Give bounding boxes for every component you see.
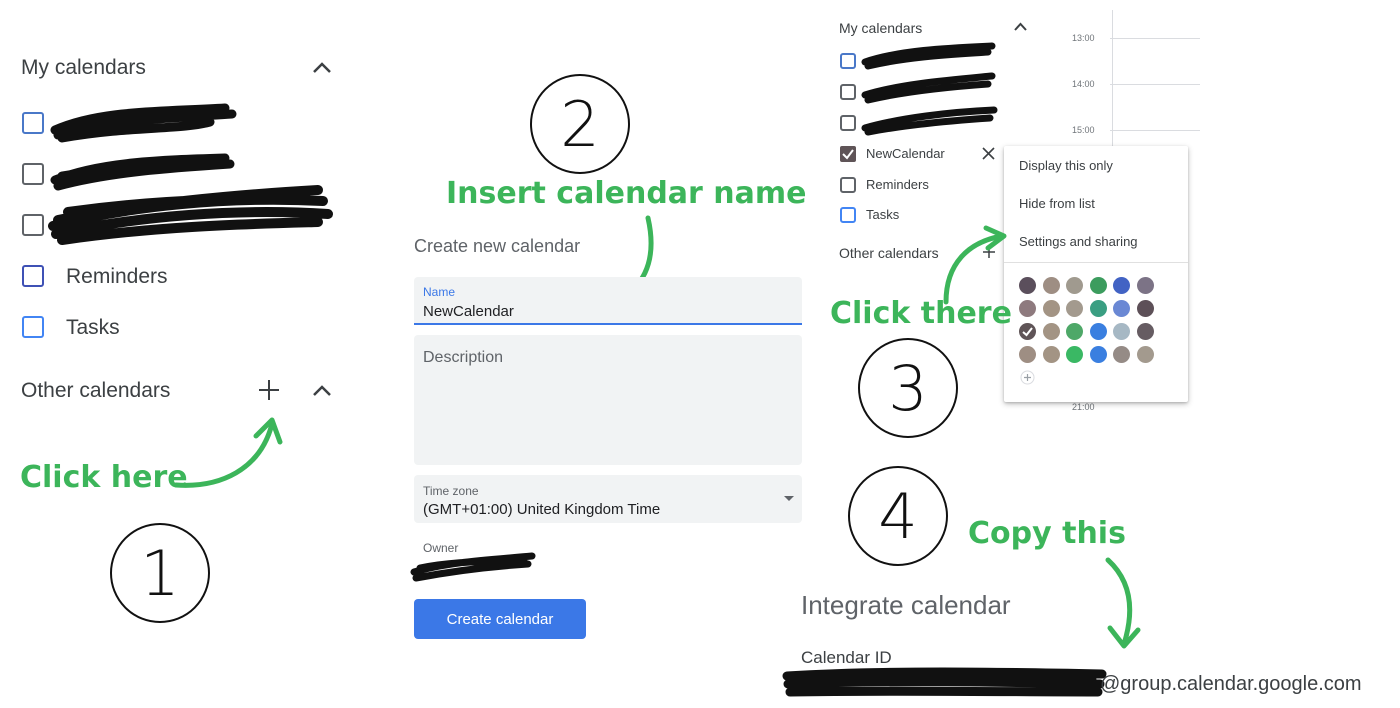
calendar-checkbox-2[interactable] bbox=[840, 84, 856, 100]
redacted-scribble bbox=[50, 103, 237, 143]
annotation-copy-this: Copy this bbox=[968, 516, 1126, 551]
name-field[interactable]: Name NewCalendar bbox=[414, 277, 802, 325]
other-calendars-heading: Other calendars bbox=[21, 379, 171, 402]
add-custom-color-icon[interactable] bbox=[1020, 370, 1035, 385]
calendar-checkbox-reminders[interactable] bbox=[840, 177, 856, 193]
color-swatch[interactable] bbox=[1089, 323, 1107, 340]
name-field-label: Name bbox=[423, 285, 456, 299]
grid-line bbox=[1110, 38, 1200, 39]
calendar-checkbox-newcalendar[interactable] bbox=[840, 146, 856, 162]
time-label: 15:00 bbox=[1072, 125, 1095, 135]
plus-icon[interactable] bbox=[258, 379, 280, 401]
color-swatch[interactable] bbox=[1066, 277, 1083, 294]
arrow-icon bbox=[173, 417, 283, 488]
calendar-checkbox-tasks[interactable] bbox=[840, 207, 856, 223]
checkmark-icon bbox=[842, 149, 854, 160]
color-swatch[interactable] bbox=[1066, 323, 1083, 340]
redacted-scribble bbox=[410, 552, 536, 582]
grid-line bbox=[1110, 84, 1200, 85]
calendar-checkbox-3[interactable] bbox=[840, 115, 856, 131]
redacted-scribble bbox=[861, 42, 998, 136]
color-swatch[interactable] bbox=[1019, 323, 1036, 340]
description-placeholder: Description bbox=[423, 349, 504, 366]
calendar-options-menu: Display this only Hide from list Setting… bbox=[1004, 146, 1188, 402]
annotation-click-here: Click here bbox=[20, 460, 188, 495]
color-swatch[interactable] bbox=[1066, 346, 1083, 363]
menu-item-settings-sharing[interactable]: Settings and sharing bbox=[1019, 234, 1138, 249]
arrow-icon bbox=[943, 225, 1007, 305]
color-swatch[interactable] bbox=[1019, 346, 1036, 363]
color-swatch[interactable] bbox=[1042, 346, 1060, 363]
redacted-scribble bbox=[782, 667, 1107, 697]
form-title: Create new calendar bbox=[414, 236, 581, 256]
redacted-scribble bbox=[48, 185, 333, 245]
menu-item-hide-from-list[interactable]: Hide from list bbox=[1019, 196, 1095, 211]
color-swatch[interactable] bbox=[1136, 346, 1154, 363]
chevron-up-icon[interactable] bbox=[312, 383, 332, 397]
step-number-1: 1 bbox=[110, 523, 210, 623]
menu-divider bbox=[1004, 262, 1188, 263]
timezone-label: Time zone bbox=[423, 484, 479, 498]
calendar-checkbox-2[interactable] bbox=[22, 163, 44, 185]
grid-line bbox=[1110, 130, 1200, 131]
selected-check-icon bbox=[1022, 327, 1033, 337]
my-calendars-heading-small: My calendars bbox=[839, 20, 923, 36]
color-swatch[interactable] bbox=[1136, 323, 1154, 340]
color-swatch[interactable] bbox=[1089, 277, 1107, 294]
calendar-checkbox-1[interactable] bbox=[840, 53, 856, 69]
color-swatch[interactable] bbox=[1136, 277, 1154, 294]
description-field[interactable]: Description bbox=[414, 335, 802, 465]
step-number-4: 4 bbox=[848, 466, 948, 566]
grid-divider bbox=[1112, 10, 1113, 150]
annotation-insert-name: Insert calendar name bbox=[446, 176, 807, 211]
color-swatch[interactable] bbox=[1019, 300, 1036, 317]
integrate-calendar-title: Integrate calendar bbox=[801, 590, 1011, 620]
step-number-3: 3 bbox=[858, 338, 958, 438]
calendar-checkbox-reminders[interactable] bbox=[22, 265, 44, 287]
arrow-icon bbox=[1105, 557, 1141, 649]
chevron-up-icon[interactable] bbox=[312, 60, 332, 74]
color-swatch[interactable] bbox=[1042, 277, 1060, 294]
create-calendar-button[interactable]: Create calendar bbox=[414, 599, 586, 639]
calendar-id-suffix[interactable]: @group.calendar.google.com bbox=[1100, 673, 1362, 696]
time-label: 21:00 bbox=[1072, 402, 1095, 412]
time-label: 14:00 bbox=[1072, 79, 1095, 89]
step-number-2: 2 bbox=[530, 74, 630, 174]
timezone-select[interactable]: Time zone (GMT+01:00) United Kingdom Tim… bbox=[414, 475, 802, 523]
calendar-label-newcalendar: NewCalendar bbox=[866, 146, 945, 161]
color-swatch[interactable] bbox=[1113, 323, 1130, 340]
dropdown-arrow-icon bbox=[784, 496, 794, 501]
timezone-value: (GMT+01:00) United Kingdom Time bbox=[423, 501, 661, 518]
color-swatch[interactable] bbox=[1089, 300, 1107, 317]
chevron-up-icon[interactable] bbox=[1014, 22, 1027, 31]
name-field-value[interactable]: NewCalendar bbox=[423, 303, 514, 320]
calendar-checkbox-3[interactable] bbox=[22, 214, 44, 236]
color-swatch[interactable] bbox=[1113, 300, 1130, 317]
color-swatch[interactable] bbox=[1136, 300, 1154, 317]
calendar-label-reminders: Reminders bbox=[866, 177, 929, 192]
calendar-label-tasks: Tasks bbox=[866, 207, 900, 222]
calendar-checkbox-tasks[interactable] bbox=[22, 316, 44, 338]
color-swatch[interactable] bbox=[1113, 346, 1130, 363]
color-swatch[interactable] bbox=[1042, 323, 1060, 340]
menu-item-display-only[interactable]: Display this only bbox=[1019, 158, 1113, 173]
color-swatch[interactable] bbox=[1042, 300, 1060, 317]
color-swatch[interactable] bbox=[1089, 346, 1107, 363]
color-swatch[interactable] bbox=[1019, 277, 1036, 294]
time-label: 13:00 bbox=[1072, 33, 1095, 43]
color-swatch[interactable] bbox=[1113, 277, 1130, 294]
calendar-checkbox-1[interactable] bbox=[22, 112, 44, 134]
close-icon[interactable] bbox=[982, 147, 995, 160]
color-swatch[interactable] bbox=[1066, 300, 1083, 317]
calendar-label-reminders: Reminders bbox=[66, 265, 168, 288]
calendar-label-tasks: Tasks bbox=[66, 316, 120, 339]
my-calendars-heading: My calendars bbox=[21, 56, 146, 79]
other-calendars-heading-small: Other calendars bbox=[839, 245, 939, 261]
